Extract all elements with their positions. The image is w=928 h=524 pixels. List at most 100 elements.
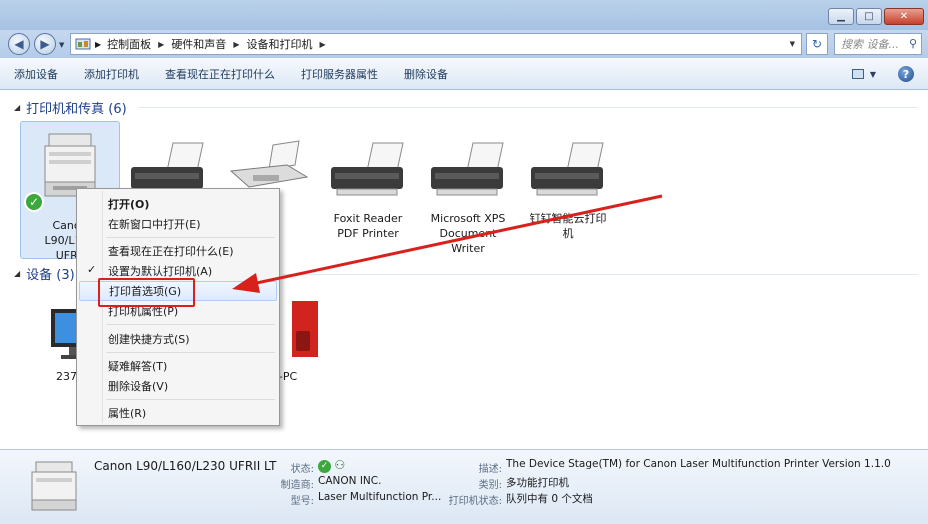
command-bar: 添加设备 添加打印机 查看现在正在打印什么 打印服务器属性 删除设备 ▼ ?: [0, 58, 928, 90]
control-panel-icon: [75, 38, 91, 50]
menu-separator: [106, 324, 275, 325]
device-label-line: 钉钉智能云打印: [529, 212, 607, 225]
print-server-properties-button[interactable]: 打印服务器属性: [301, 66, 378, 82]
default-printer-check-icon: ✓: [24, 192, 44, 212]
description-label: 描述:: [478, 464, 502, 475]
menu-item-open[interactable]: 打开(O): [79, 194, 277, 214]
title-bar: ▁ □ ✕: [0, 0, 928, 30]
details-title: Canon L90/L160/L230 UFRII LT: [94, 459, 277, 473]
menu-item-label: 设置为默认打印机(A): [108, 265, 213, 278]
status-label: 状态:: [290, 464, 314, 475]
menu-item-label: 创建快捷方式(S): [108, 333, 190, 346]
refresh-icon: ↻: [811, 37, 823, 51]
refresh-button[interactable]: ↻: [806, 33, 828, 55]
see-whats-printing-button[interactable]: 查看现在正在打印什么: [165, 66, 275, 82]
model-value: Laser Multifunction Pr...: [318, 491, 442, 503]
breadcrumb-hardware-sound[interactable]: 硬件和声音: [171, 36, 226, 52]
printer-icon: [531, 142, 604, 196]
details-pane: Canon L90/L160/L230 UFRII LT 状态: ✓ ⚇ 制造商…: [0, 449, 928, 524]
search-placeholder: 搜索 设备...: [841, 38, 899, 51]
maximize-icon: □: [864, 11, 874, 22]
menu-item-troubleshoot[interactable]: 疑难解答(T): [79, 356, 277, 376]
group-divider: [138, 107, 918, 108]
status-ok-icon: ✓: [318, 459, 331, 473]
breadcrumb-control-panel[interactable]: 控制面板: [107, 36, 151, 52]
device-microsoft-xps-writer[interactable]: Microsoft XPS Document Writer: [418, 137, 518, 257]
breadcrumb-root-chevron-icon[interactable]: ▶: [95, 40, 101, 49]
printers-group-title: 打印机和传真 (6): [26, 102, 127, 117]
manufacturer-value: CANON INC.: [318, 475, 382, 487]
chevron-down-icon: ▼: [869, 69, 876, 79]
printer-status-value: 队列中有 0 个文档: [506, 493, 593, 505]
device-label-line: PDF Printer: [337, 227, 399, 240]
search-icon[interactable]: ⚲: [909, 37, 917, 50]
description-value: The Device Stage(TM) for Canon Laser Mul…: [506, 458, 891, 470]
device-label-line: Foxit Reader: [333, 212, 403, 225]
remove-device-button[interactable]: 删除设备: [404, 66, 448, 82]
printer-icon: [331, 142, 404, 196]
address-row: ◀ ▶ ▼ ▶ 控制面板 ▶ 硬件和声音 ▶ 设备和打印机 ▶ ▼ ↻ 搜索 设…: [0, 30, 928, 58]
close-icon: ✕: [899, 11, 909, 22]
menu-item-remove-device[interactable]: 删除设备(V): [79, 376, 277, 396]
address-bar[interactable]: ▶ 控制面板 ▶ 硬件和声音 ▶ 设备和打印机 ▶ ▼: [70, 33, 802, 55]
device-dingtalk-cloud-printer[interactable]: 钉钉智能云打印 机: [518, 137, 618, 257]
printer-status-label: 打印机状态:: [448, 496, 502, 507]
device-label-line: Microsoft XPS: [430, 212, 506, 225]
checkmark-icon: ✓: [87, 263, 97, 276]
menu-item-label: 打开(O): [108, 198, 150, 211]
menu-item-properties[interactable]: 属性(R): [79, 403, 277, 423]
collapse-triangle-icon[interactable]: ◢: [14, 103, 20, 112]
view-options-button[interactable]: ▼: [851, 69, 876, 79]
device-label-line: Writer: [451, 242, 485, 255]
group-divider: [282, 274, 918, 275]
devices-group-title: 设备 (3): [26, 268, 75, 283]
breadcrumb-devices-printers[interactable]: 设备和打印机: [246, 36, 312, 52]
close-button[interactable]: ✕: [884, 8, 924, 25]
maximize-button[interactable]: □: [856, 8, 882, 25]
forward-button[interactable]: ▶: [34, 33, 56, 55]
back-button[interactable]: ◀: [8, 33, 30, 55]
help-icon[interactable]: ?: [898, 66, 914, 82]
breadcrumb-chevron-icon[interactable]: ▶: [319, 40, 325, 49]
device-label-line: 机: [562, 227, 574, 240]
window-controls: ▁ □ ✕: [828, 8, 924, 25]
breadcrumb-chevron-icon[interactable]: ▶: [158, 40, 164, 49]
category-label: 类别:: [478, 480, 502, 491]
address-dropdown-icon[interactable]: ▼: [790, 40, 795, 48]
model-label: 型号:: [290, 496, 314, 507]
mfp-printer-icon: [31, 461, 77, 511]
breadcrumb: ▶ 控制面板 ▶ 硬件和声音 ▶ 设备和打印机 ▶: [93, 36, 333, 52]
device-foxit-pdf-printer[interactable]: Foxit Reader PDF Printer: [318, 137, 418, 257]
users-icon: ⚇: [334, 458, 346, 472]
manufacturer-label: 制造商:: [280, 480, 314, 491]
back-arrow-icon: ◀: [14, 37, 24, 51]
menu-item-open-new-window[interactable]: 在新窗口中打开(E): [79, 214, 277, 234]
annotation-highlight-box: [98, 278, 195, 307]
context-menu: 打开(O) 在新窗口中打开(E) 查看现在正在打印什么(E) ✓ 设置为默认打印…: [76, 188, 280, 426]
breadcrumb-chevron-icon[interactable]: ▶: [233, 40, 239, 49]
menu-item-label: 查看现在正在打印什么(E): [108, 245, 234, 258]
view-icon: [851, 69, 864, 79]
devices-group-header[interactable]: ◢ 设备 (3): [14, 264, 75, 283]
toolbar-right: ▼ ?: [851, 66, 914, 82]
menu-item-label: 疑难解答(T): [108, 360, 168, 373]
add-printer-button[interactable]: 添加打印机: [84, 66, 139, 82]
add-device-button[interactable]: 添加设备: [14, 66, 58, 82]
minimize-button[interactable]: ▁: [828, 8, 854, 25]
menu-item-label: 删除设备(V): [108, 380, 169, 393]
menu-item-label: 属性(R): [108, 407, 147, 420]
printer-icon: [431, 142, 504, 196]
collapse-triangle-icon[interactable]: ◢: [14, 269, 20, 278]
search-input[interactable]: 搜索 设备... ⚲: [834, 33, 922, 55]
menu-separator: [106, 352, 275, 353]
printers-group-header[interactable]: ◢ 打印机和传真 (6): [14, 98, 127, 117]
menu-item-see-whats-printing[interactable]: 查看现在正在打印什么(E): [79, 241, 277, 261]
menu-separator: [106, 399, 275, 400]
forward-arrow-icon: ▶: [40, 37, 50, 51]
menu-item-create-shortcut[interactable]: 创建快捷方式(S): [79, 329, 277, 349]
menu-item-label: 在新窗口中打开(E): [108, 218, 201, 231]
status-value: ✓ ⚇: [318, 458, 345, 473]
menu-separator: [106, 237, 275, 238]
minimize-icon: ▁: [837, 11, 845, 22]
recent-pages-dropdown-icon[interactable]: ▼: [59, 41, 64, 49]
